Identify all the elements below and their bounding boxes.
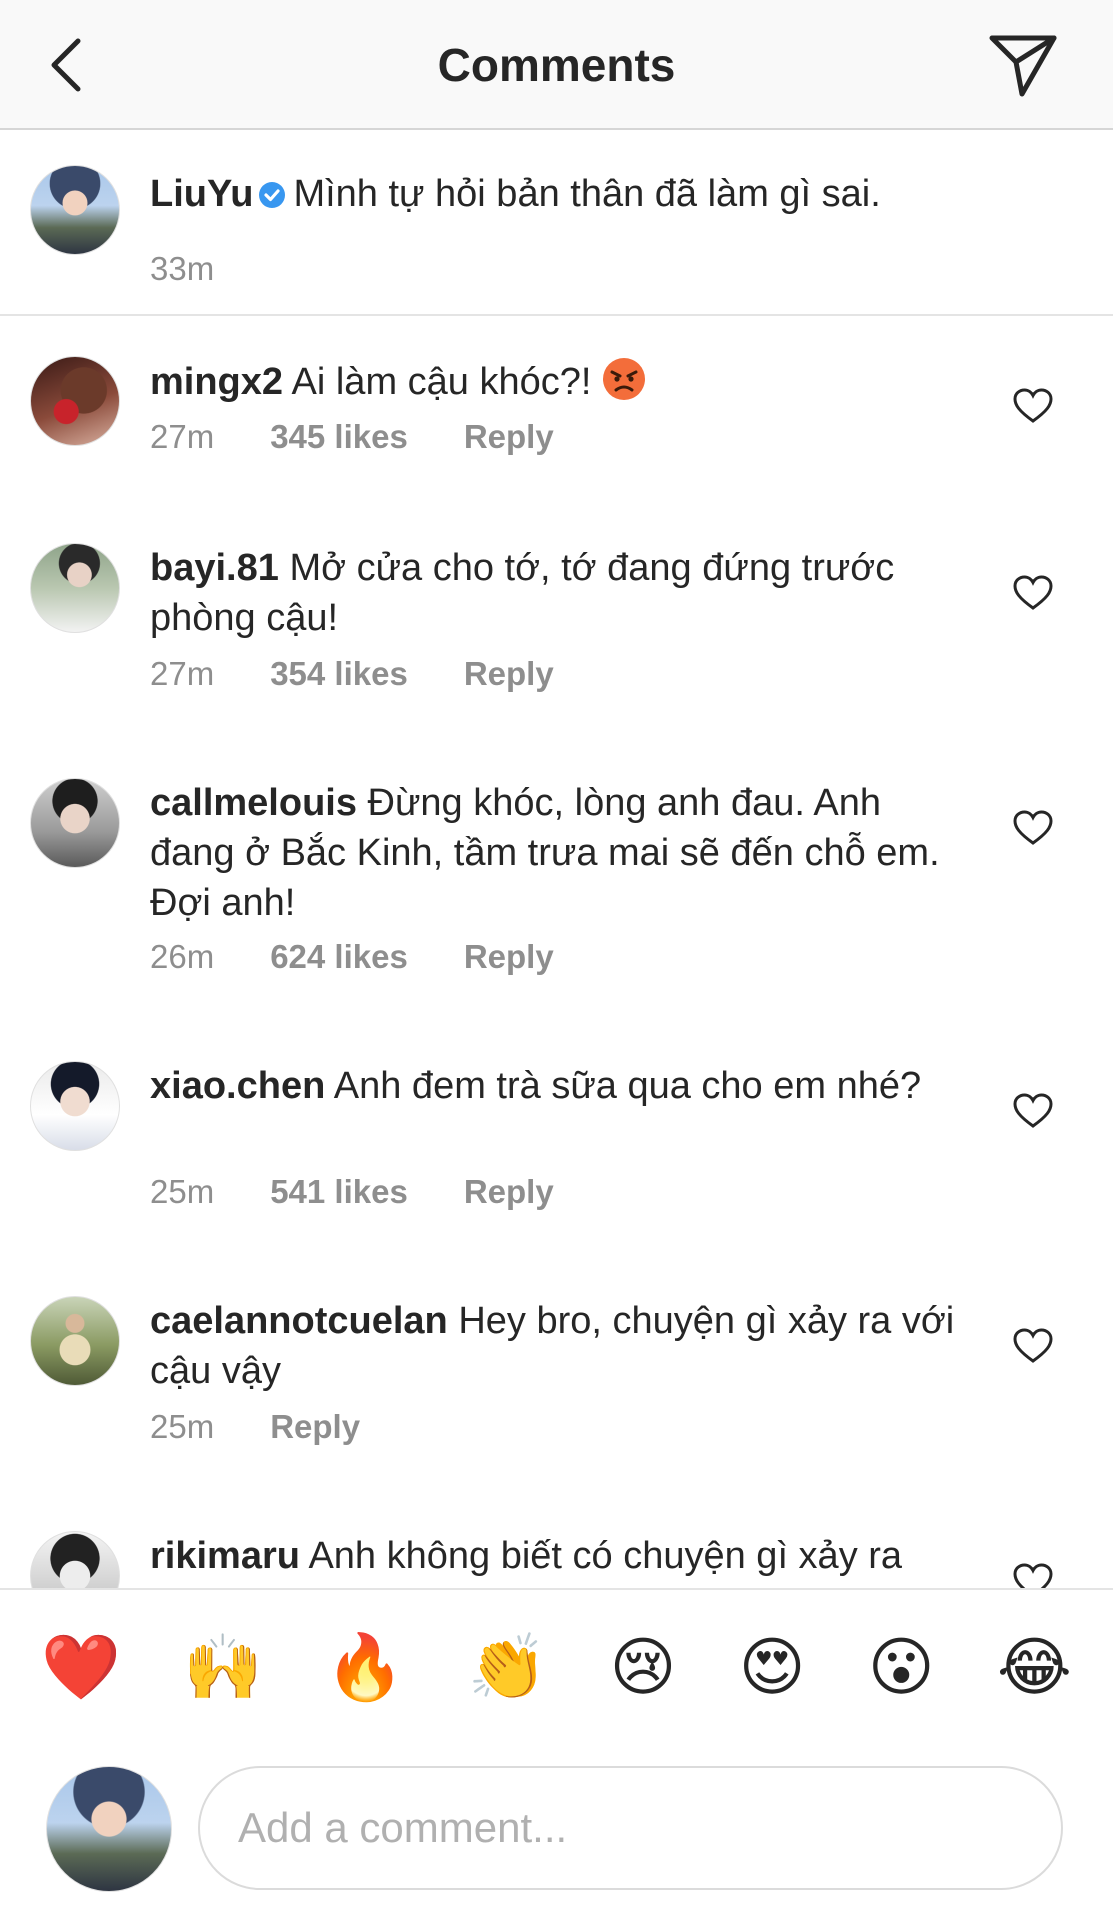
comment-meta: 26m 624 likes Reply [150, 938, 554, 976]
comment-body: Anh đem trà sữa qua cho em nhé? [333, 1065, 922, 1107]
heart-outline-icon [1013, 388, 1053, 423]
reaction-clap[interactable]: 👏 [467, 1636, 547, 1700]
reaction-surprised[interactable]: 😮 [868, 1636, 935, 1700]
reply-button[interactable]: Reply [270, 1408, 360, 1446]
likes-count[interactable]: 624 likes [270, 938, 408, 976]
verified-badge-icon [257, 174, 287, 223]
angry-face-icon [603, 358, 646, 400]
reply-button[interactable]: Reply [464, 1173, 554, 1211]
comment-text: rikimaru Anh không biết có chuyện gì xảy… [150, 1531, 960, 1588]
comment-text: mingx2 Ai làm cậu khóc?! [150, 356, 960, 407]
caption-meta: 33m [150, 250, 214, 288]
timestamp: 33m [150, 250, 215, 287]
reaction-laughing[interactable]: 😂 [997, 1636, 1072, 1700]
header-bar: Comments [0, 0, 1113, 130]
comment-composer [0, 1746, 1113, 1920]
caption-body: Mình tự hỏi bản thân đã làm gì sai. [293, 173, 881, 215]
comment-meta: 27m 345 likes Reply [150, 418, 554, 456]
like-button[interactable] [1010, 1559, 1056, 1588]
timestamp: 27m [150, 655, 215, 692]
avatar[interactable] [30, 165, 120, 255]
comment-text: caelannotcuelan Hey bro, chuyện gì xảy r… [150, 1296, 960, 1396]
heart-outline-icon [1013, 1093, 1053, 1128]
reply-button[interactable]: Reply [464, 938, 554, 976]
comment-meta: 27m 354 likes Reply [150, 655, 554, 693]
timestamp: 25m [150, 1173, 215, 1210]
reaction-fire[interactable]: 🔥 [325, 1636, 405, 1700]
username[interactable]: mingx2 [150, 361, 283, 403]
page-title: Comments [437, 39, 676, 91]
avatar[interactable] [30, 356, 120, 446]
reaction-crying[interactable]: 😢 [610, 1636, 677, 1700]
likes-count[interactable]: 541 likes [270, 1173, 408, 1211]
avatar[interactable] [30, 1296, 120, 1386]
username[interactable]: LiuYu [150, 173, 253, 215]
likes-count[interactable]: 354 likes [270, 655, 408, 693]
username[interactable]: caelannotcuelan [150, 1300, 448, 1342]
username[interactable]: rikimaru [150, 1535, 300, 1577]
post-caption: LiuYu Mình tự hỏi bản thân đã làm gì sai.… [0, 130, 1113, 316]
username[interactable]: xiao.chen [150, 1065, 325, 1107]
caption-text: LiuYu Mình tự hỏi bản thân đã làm gì sai. [150, 170, 1070, 223]
reply-button[interactable]: Reply [464, 655, 554, 693]
reaction-raised-hands[interactable]: 🙌 [183, 1636, 263, 1700]
comment-text: bayi.81 Mở cửa cho tớ, tớ đang đứng trướ… [150, 543, 960, 643]
comment-meta: 25m Reply [150, 1408, 360, 1446]
avatar[interactable] [30, 778, 120, 868]
like-button[interactable] [1010, 571, 1056, 615]
timestamp: 25m [150, 1408, 215, 1445]
comment-text: callmelouis Đừng khóc, lòng anh đau. Anh… [150, 778, 960, 928]
heart-outline-icon [1013, 1563, 1053, 1588]
timestamp: 27m [150, 418, 215, 455]
reaction-heart[interactable]: ❤️ [41, 1636, 121, 1700]
reply-button[interactable]: Reply [464, 418, 554, 456]
like-button[interactable] [1010, 806, 1056, 850]
reaction-heart-eyes[interactable]: 😍 [739, 1636, 806, 1700]
avatar [46, 1766, 172, 1892]
comment-text: xiao.chen Anh đem trà sữa qua cho em nhé… [150, 1061, 960, 1111]
likes-count[interactable]: 345 likes [270, 418, 408, 456]
avatar[interactable] [30, 1531, 120, 1588]
heart-outline-icon [1013, 575, 1053, 610]
comment-meta: 25m 541 likes Reply [150, 1173, 554, 1211]
comment-input[interactable] [198, 1766, 1063, 1890]
username[interactable]: bayi.81 [150, 547, 279, 589]
quick-reaction-bar: ❤️ 🙌 🔥 👏 😢 😍 😮 😂 [0, 1588, 1113, 1746]
avatar[interactable] [30, 1061, 120, 1151]
like-button[interactable] [1010, 1089, 1056, 1133]
share-button[interactable] [985, 28, 1061, 102]
comment-body: Ai làm cậu khóc?! [291, 361, 592, 403]
comments-list[interactable]: mingx2 Ai làm cậu khóc?! 27m 345 likes R… [0, 316, 1113, 1588]
username[interactable]: callmelouis [150, 782, 357, 824]
like-button[interactable] [1010, 384, 1056, 428]
like-button[interactable] [1010, 1324, 1056, 1368]
heart-outline-icon [1013, 1328, 1053, 1363]
paper-plane-icon [989, 35, 1057, 97]
timestamp: 26m [150, 938, 215, 975]
avatar[interactable] [30, 543, 120, 633]
heart-outline-icon [1013, 810, 1053, 845]
